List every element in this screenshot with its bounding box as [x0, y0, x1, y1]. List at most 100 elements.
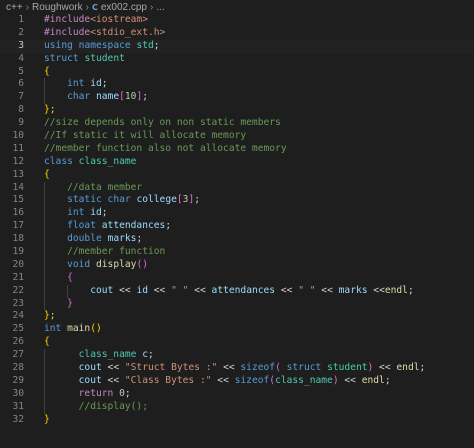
indent-guide [44, 78, 45, 92]
code-token: attendances [211, 284, 276, 296]
code-line[interactable]: 25 int main() [0, 323, 474, 336]
code-line[interactable]: 9 //size depends only on non static membe… [0, 117, 474, 130]
code-token: #include [44, 26, 91, 38]
breadcrumb-item-cpp[interactable]: c++ [6, 2, 23, 13]
line-number: 2 [18, 26, 24, 38]
code-token: 10 [124, 91, 137, 103]
code-line[interactable]: 12 class class_name [0, 156, 474, 169]
indent-guide [44, 258, 45, 272]
code-token: " " [171, 284, 189, 296]
code-token: cout [78, 374, 102, 386]
code-line[interactable]: 5{ [0, 66, 474, 79]
code-line[interactable]: 31 //display(); [0, 400, 474, 414]
line-code: int id; [24, 207, 108, 221]
code-line[interactable]: 32} [0, 414, 474, 427]
breadcrumb-item-symbols[interactable]: ... [156, 2, 164, 13]
code-line[interactable]: 19 //member function [0, 246, 474, 259]
code-token: << [338, 374, 362, 386]
code-line[interactable]: 27 class_name c; [0, 349, 474, 363]
code-token: << [148, 284, 172, 296]
code-token: { [44, 168, 50, 180]
code-token: ; [194, 194, 200, 206]
code-token: id [90, 207, 102, 219]
code-line[interactable]: 23 } [0, 297, 474, 311]
code-token: marks [107, 233, 137, 245]
line-code: int id; [24, 78, 108, 92]
indent-guide [44, 387, 45, 401]
indent-guide [44, 207, 45, 221]
code-token: << [315, 284, 339, 296]
line-number: 3 [18, 39, 24, 51]
code-token: int [67, 78, 85, 90]
line-code: { [24, 271, 73, 285]
breadcrumb-item-file[interactable]: ex002.cpp [101, 2, 147, 13]
code-line[interactable]: 3 using namespace std; [0, 39, 474, 53]
code-token: cout [78, 362, 102, 374]
code-token: endl [384, 284, 408, 296]
code-line[interactable]: 15 static char college[3]; [0, 194, 474, 208]
code-token: class_name [78, 349, 137, 361]
code-token: //data member [67, 181, 143, 193]
code-line[interactable]: 10 //If static it will allocate memory [0, 130, 474, 143]
code-line[interactable]: 2 #include<stdio_ext.h> [0, 27, 474, 40]
code-token: char [67, 91, 91, 103]
code-line[interactable]: 6 int id; [0, 78, 474, 92]
code-token: << [101, 362, 125, 374]
line-code: //If static it will allocate memory [24, 130, 246, 143]
code-line[interactable]: 20 void display() [0, 258, 474, 272]
code-line[interactable]: 21 { [0, 271, 474, 285]
code-token: ; [124, 387, 131, 399]
code-line[interactable]: 1 #include<iostream> [0, 14, 474, 27]
line-number: 17 [12, 220, 24, 232]
code-token: double [67, 233, 102, 245]
code-line[interactable]: 14 //data member [0, 181, 474, 195]
line-code: return 0; [24, 387, 131, 401]
code-line[interactable]: 17 float attendances; [0, 220, 474, 234]
code-line[interactable]: 16 int id; [0, 207, 474, 221]
code-line[interactable]: 30 return 0; [0, 387, 474, 401]
chevron-right-icon: › [150, 1, 154, 13]
code-token: ; [419, 362, 426, 374]
code-token: ; [101, 207, 108, 219]
breadcrumb: c++ › Roughwork › C ex002.cpp › ... [0, 0, 474, 14]
indent-guide [67, 284, 69, 298]
chevron-right-icon: › [85, 1, 89, 13]
line-code: #include<iostream> [24, 14, 148, 27]
code-line[interactable]: 22 cout << id << " " << attendances << "… [0, 284, 474, 298]
code-line[interactable]: 24}; [0, 310, 474, 323]
code-line[interactable]: 18 double marks; [0, 233, 474, 247]
code-token: struct [44, 52, 79, 64]
line-number: 31 [12, 400, 24, 412]
line-code: { [24, 169, 50, 182]
code-line[interactable]: 8}; [0, 104, 474, 117]
indent-guide [44, 400, 45, 414]
code-line[interactable]: 11 //member function also not allocate me… [0, 143, 474, 156]
line-code: }; [24, 310, 56, 323]
code-line[interactable]: 4 struct student [0, 53, 474, 66]
code-line[interactable]: 29 cout << "Class Bytes :" << sizeof(cla… [0, 374, 474, 388]
code-token: student [327, 362, 368, 374]
code-line[interactable]: 7 char name[10]; [0, 91, 474, 105]
code-editor[interactable]: 1 #include<iostream> 2 #include<stdio_ext.h… [0, 14, 474, 427]
code-line[interactable]: 26 { [0, 336, 474, 349]
line-number: 8 [18, 104, 24, 116]
code-line[interactable]: 28 cout << "Struct Bytes :" << sizeof( s… [0, 362, 474, 375]
line-code: double marks; [24, 233, 142, 247]
breadcrumb-item-roughwork[interactable]: Roughwork [32, 2, 83, 13]
chevron-right-icon: › [25, 1, 30, 13]
cpp-file-icon: C [91, 2, 98, 12]
line-code: //display(); [24, 400, 148, 414]
code-line[interactable]: 13 { [0, 169, 474, 182]
code-token: int [67, 207, 85, 219]
code-token: sizeof [240, 362, 276, 374]
indent-guide [44, 284, 45, 298]
indent-guide [44, 362, 45, 375]
line-code: }; [24, 104, 56, 117]
code-token: << [373, 362, 397, 374]
line-code: using namespace std; [24, 40, 160, 53]
